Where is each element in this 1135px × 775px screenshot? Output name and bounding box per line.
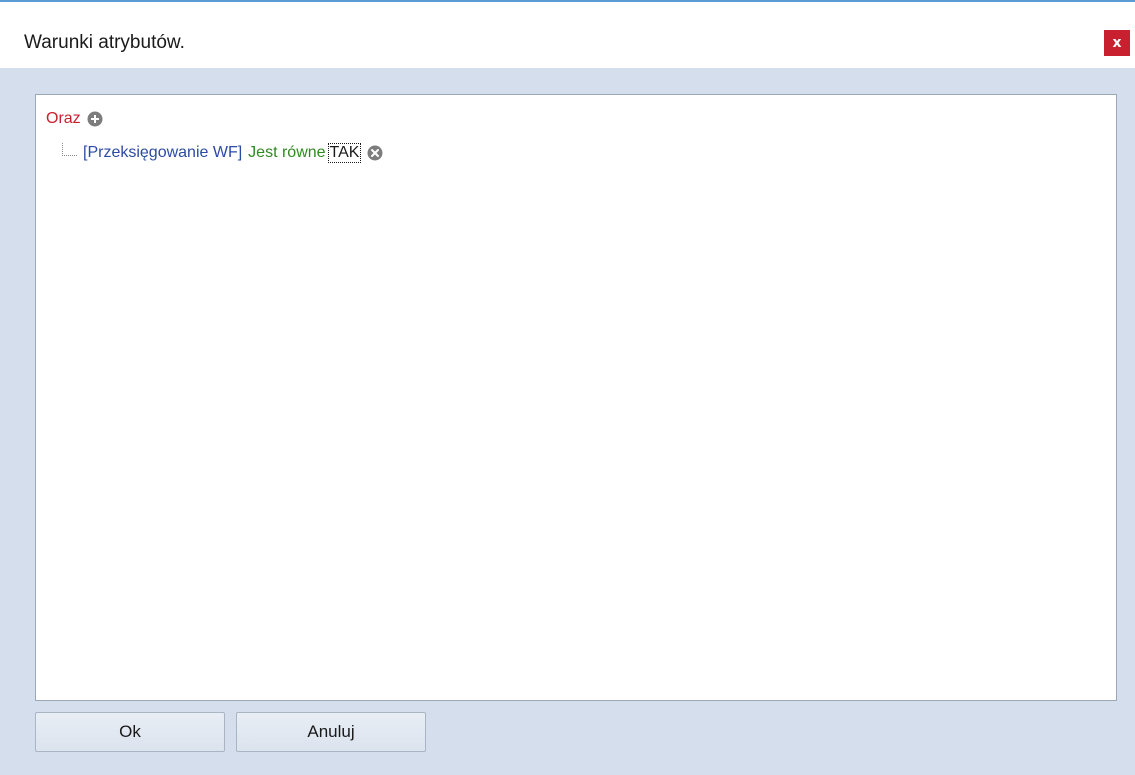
x-circle-icon[interactable]: [367, 145, 383, 161]
group-operator-label[interactable]: Oraz: [46, 109, 81, 129]
tree-connector-line: [62, 142, 77, 156]
ok-button[interactable]: Ok: [35, 712, 225, 752]
close-button[interactable]: x: [1104, 30, 1130, 56]
dialog-title: Warunki atrybutów.: [24, 32, 185, 53]
plus-circle-icon[interactable]: [87, 111, 103, 127]
tree-root-node: Oraz: [46, 109, 103, 129]
condition-tree-editor[interactable]: Oraz [Przeksięgowanie WF] Jest równe TAK: [35, 94, 1117, 701]
tree-condition-node: [Przeksięgowanie WF] Jest równe TAK: [62, 142, 383, 163]
cancel-button[interactable]: Anuluj: [236, 712, 426, 752]
condition-field[interactable]: [Przeksięgowanie WF]: [83, 143, 242, 163]
title-bar: Warunki atrybutów. x: [0, 2, 1135, 68]
dialog-window: Warunki atrybutów. x Oraz [Przeksięgowan…: [0, 0, 1135, 775]
condition-operator[interactable]: Jest równe: [248, 143, 325, 163]
condition-value[interactable]: TAK: [327, 143, 362, 163]
